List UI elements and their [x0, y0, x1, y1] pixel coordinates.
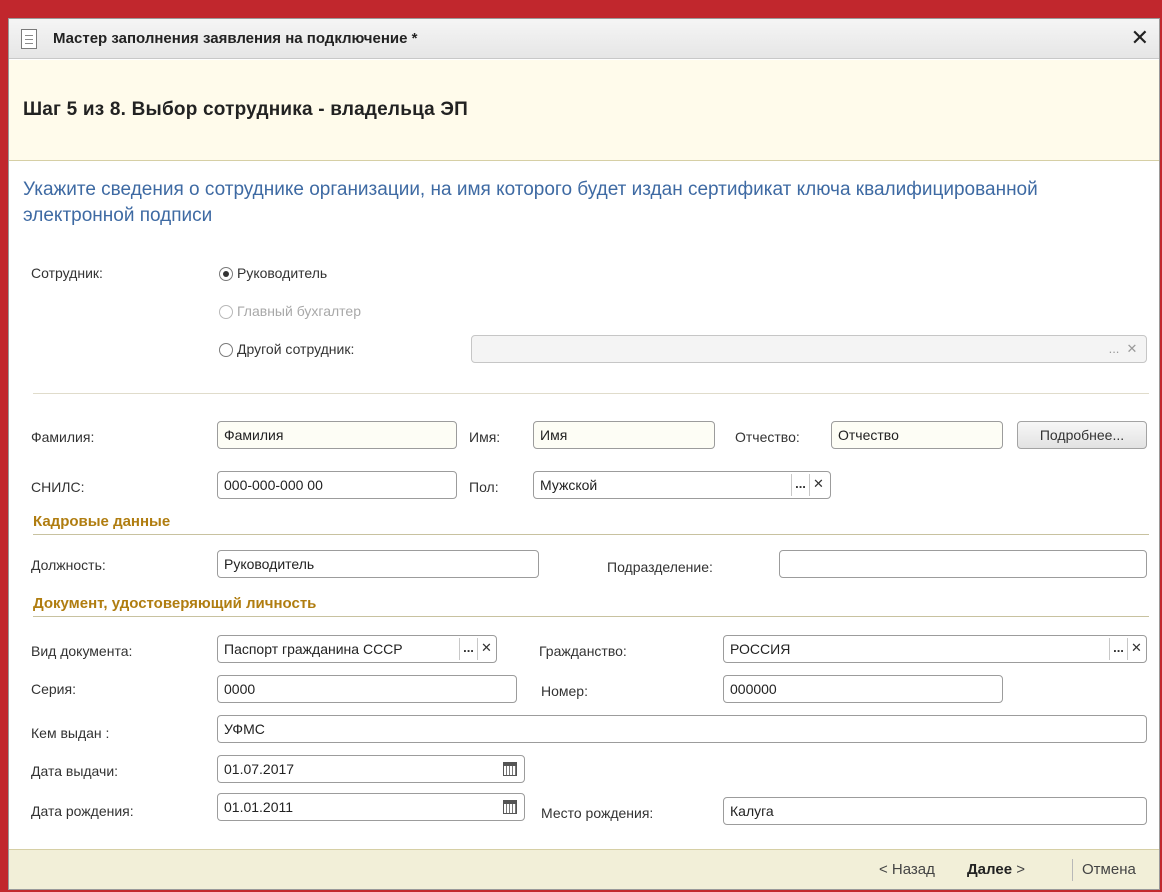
radio-head-label[interactable]: Руководитель [237, 265, 327, 281]
position-label: Должность: [31, 557, 106, 573]
number-input[interactable]: 000000 [723, 675, 1003, 703]
identity-doc-heading: Документ, удостоверяющий личность [33, 595, 317, 612]
department-label: Подразделение: [607, 559, 713, 575]
divider [33, 393, 1149, 394]
document-icon [21, 29, 37, 49]
issue-date-input[interactable]: 01.07.2017 [217, 755, 525, 783]
surname-label: Фамилия: [31, 429, 95, 445]
gender-clear-button[interactable]: ✕ [809, 474, 827, 496]
birth-date-input[interactable]: 01.01.2011 [217, 793, 525, 821]
next-arrow-icon: > [1016, 861, 1025, 878]
first-name-input[interactable]: Имя [533, 421, 715, 449]
other-employee-select-button: ... [1108, 341, 1120, 356]
gender-field[interactable]: Мужской [533, 471, 831, 499]
step-title: Шаг 5 из 8. Выбор сотрудника - владельца… [23, 99, 469, 120]
next-button-label: Далее [967, 861, 1013, 878]
birth-date-label: Дата рождения: [31, 803, 134, 819]
citizenship-label: Гражданство: [539, 643, 627, 659]
citizenship-select-button[interactable]: ... [1109, 638, 1127, 660]
series-input[interactable]: 0000 [217, 675, 517, 703]
patronymic-label: Отчество: [735, 429, 800, 445]
title-bar: Мастер заполнения заявления на подключен… [9, 19, 1159, 59]
patronymic-input[interactable]: Отчество [831, 421, 1003, 449]
citizenship-field[interactable]: РОССИЯ [723, 635, 1147, 663]
series-label: Серия: [31, 681, 76, 697]
hr-data-line [33, 534, 1149, 535]
calendar-icon[interactable] [503, 762, 517, 776]
identity-doc-line [33, 616, 1149, 617]
details-button[interactable]: Подробнее... [1017, 421, 1147, 449]
citizenship-clear-button[interactable]: ✕ [1127, 638, 1145, 660]
radio-chief-accountant [219, 305, 233, 319]
issued-by-input[interactable]: УФМС [217, 715, 1147, 743]
radio-other-employee[interactable] [219, 343, 233, 357]
close-icon[interactable]: ✕ [1131, 26, 1149, 50]
next-button[interactable]: Далее > [967, 861, 1025, 878]
footer-separator [1072, 859, 1073, 881]
birth-place-label: Место рождения: [541, 805, 654, 821]
position-input[interactable]: Руководитель [217, 550, 539, 578]
radio-head[interactable] [219, 267, 233, 281]
doc-type-field[interactable]: Паспорт гражданина СССР [217, 635, 497, 663]
window-title: Мастер заполнения заявления на подключен… [53, 30, 418, 47]
wizard-footer: < Назад Далее > Отмена [9, 849, 1159, 889]
snils-label: СНИЛС: [31, 479, 85, 495]
snils-input[interactable]: 000-000-000 00 [217, 471, 457, 499]
first-name-label: Имя: [469, 429, 501, 445]
employee-label: Сотрудник: [31, 265, 103, 281]
instruction-text: Укажите сведения о сотруднике организаци… [23, 179, 1038, 226]
doc-type-label: Вид документа: [31, 643, 133, 659]
other-employee-field [471, 335, 1147, 363]
back-button[interactable]: < Назад [879, 861, 935, 878]
calendar-icon[interactable] [503, 800, 517, 814]
hr-data-heading: Кадровые данные [33, 513, 171, 530]
issued-by-label: Кем выдан : [31, 725, 110, 741]
step-header: Шаг 5 из 8. Выбор сотрудника - владельца… [9, 60, 1159, 161]
gender-label: Пол: [469, 479, 499, 495]
wizard-window: Мастер заполнения заявления на подключен… [8, 18, 1160, 890]
gender-select-button[interactable]: ... [791, 474, 809, 496]
number-label: Номер: [541, 683, 588, 699]
surname-input[interactable]: Фамилия [217, 421, 457, 449]
radio-other-employee-label[interactable]: Другой сотрудник: [237, 341, 354, 357]
doc-type-clear-button[interactable]: ✕ [477, 638, 495, 660]
birth-place-input[interactable]: Калуга [723, 797, 1147, 825]
department-input[interactable] [779, 550, 1147, 578]
doc-type-select-button[interactable]: ... [459, 638, 477, 660]
issue-date-label: Дата выдачи: [31, 763, 119, 779]
cancel-button[interactable]: Отмена [1082, 861, 1136, 878]
radio-chief-accountant-label: Главный бухгалтер [237, 303, 361, 319]
other-employee-clear-button: ✕ [1126, 341, 1138, 356]
